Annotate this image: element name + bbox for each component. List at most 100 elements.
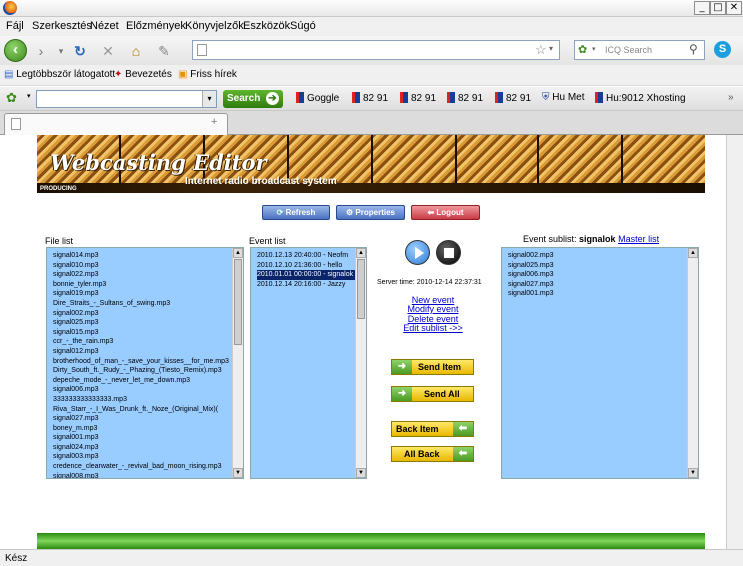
new-tab-icon[interactable]: + <box>211 116 217 128</box>
edit-sublist-link[interactable]: Edit sublist ->> <box>380 323 486 333</box>
stop-icon[interactable]: ✕ <box>100 43 116 59</box>
engine-dropdown-icon[interactable]: ▾ <box>592 45 596 53</box>
toolbar-overflow-icon[interactable]: » <box>728 92 734 103</box>
toolbar-link-hu-met[interactable]: ⛨ Hu Met <box>542 92 585 103</box>
forward-arrow-icon[interactable]: › <box>33 43 49 59</box>
file-list-item[interactable]: signal019.mp3 <box>53 289 243 299</box>
search-icon[interactable]: ⚲ <box>689 42 698 56</box>
file-list-scrollbar[interactable]: ▲ ▼ <box>232 248 243 478</box>
event-list-item[interactable]: 2010.12.14 20:16:00 - Jazzy <box>257 280 366 290</box>
event-list-item[interactable]: 2010.12.10 21:36:00 - hello <box>257 261 366 271</box>
url-dropdown-icon[interactable]: ▾ <box>549 44 553 53</box>
menu-file[interactable]: Fájl <box>6 20 24 32</box>
file-list-item[interactable]: boney_m.mp3 <box>53 424 243 434</box>
menu-history[interactable]: Előzmények <box>126 20 186 32</box>
toolbar-link-8291-c[interactable]: 82 91 <box>447 92 483 104</box>
play-button[interactable] <box>405 240 430 265</box>
tab-current[interactable]: + <box>4 113 228 135</box>
reload-icon[interactable]: ↻ <box>72 43 88 59</box>
modify-event-link[interactable]: Modify event <box>380 304 486 314</box>
sublist-item[interactable]: signal002.mp3 <box>508 251 698 261</box>
file-list-item[interactable]: signal001.mp3 <box>53 433 243 443</box>
icq-search-button[interactable]: Search ➔ <box>223 90 283 108</box>
chevron-down-icon[interactable]: ▾ <box>202 91 216 107</box>
menu-help[interactable]: Súgó <box>290 20 316 32</box>
menu-edit[interactable]: Szerkesztés <box>32 20 92 32</box>
menu-tools[interactable]: Eszközök <box>243 20 290 32</box>
skype-icon[interactable]: S <box>714 41 731 58</box>
file-list-item[interactable]: signal027.mp3 <box>53 414 243 424</box>
scroll-down-icon[interactable]: ▼ <box>688 468 698 478</box>
sublist-scrollbar[interactable]: ▲ ▼ <box>687 248 698 478</box>
file-list-item[interactable]: depeche_mode_-_never_let_me_down.mp3 <box>53 376 243 386</box>
toolbar-link-xhosting[interactable]: Hu:9012 Xhosting <box>595 92 686 104</box>
master-list-link[interactable]: Master list <box>618 234 659 244</box>
all-back-button[interactable]: All Back ⬅ <box>391 446 474 462</box>
bookmark-star-icon[interactable]: ☆ <box>535 42 547 58</box>
file-list-item[interactable]: signal022.mp3 <box>53 270 243 280</box>
logout-button[interactable]: ⬅ Logout <box>411 205 480 220</box>
back-item-button[interactable]: Back Item ⬅ <box>391 421 474 437</box>
file-list-item[interactable]: Dirty_South_ft._Rudy_-_Phazing_(Tiesto_R… <box>53 366 243 376</box>
icq-search-input[interactable]: ▾ <box>36 90 217 108</box>
stop-button[interactable] <box>436 240 461 265</box>
bookmark-getting-started[interactable]: ✦ Bevezetés <box>114 69 172 80</box>
scroll-thumb[interactable] <box>357 259 365 319</box>
file-list-item[interactable]: signal014.mp3 <box>53 251 243 261</box>
scroll-up-icon[interactable]: ▲ <box>688 248 698 258</box>
search-box[interactable]: ✿ ▾ ICQ Search ⚲ <box>574 40 705 60</box>
toolbar-link-goggle[interactable]: Goggle <box>296 92 339 104</box>
file-list[interactable]: signal014.mp3 signal010.mp3 signal022.mp3 b… <box>46 247 244 479</box>
file-list-item[interactable]: Dire_Straits_-_Sultans_of_swing.mp3 <box>53 299 243 309</box>
minimize-button[interactable]: _ <box>694 1 710 15</box>
addon-icon[interactable]: ✎ <box>156 43 172 59</box>
history-dropdown-icon[interactable]: ▾ <box>53 43 69 59</box>
file-list-item[interactable]: signal012.mp3 <box>53 347 243 357</box>
sublist-item[interactable]: signal027.mp3 <box>508 280 698 290</box>
event-sublist[interactable]: signal002.mp3 signal025.mp3 signal006.mp3 s… <box>501 247 699 479</box>
refresh-button[interactable]: ⟳ Refresh <box>262 205 330 220</box>
search-input[interactable]: ICQ Search <box>605 45 652 55</box>
close-button[interactable]: ✕ <box>726 1 742 15</box>
event-list[interactable]: 2010.12.13 20:40:00 - Neofm 2010.12.10 21… <box>250 247 367 479</box>
bookmark-latest-headlines[interactable]: ▣ Friss hírek <box>178 69 237 80</box>
icq-flower-icon[interactable]: ✿ <box>6 90 17 106</box>
event-list-item[interactable]: 2010.12.13 20:40:00 - Neofm <box>257 251 366 261</box>
scroll-down-icon[interactable]: ▼ <box>356 468 366 478</box>
file-list-item[interactable]: brotherhood_of_man_-_save_your_kisses__f… <box>53 357 243 367</box>
toolbar-link-8291-d[interactable]: 82 91 <box>495 92 531 104</box>
properties-button[interactable]: ⚙ Properties <box>336 205 405 220</box>
address-bar[interactable]: ☆ ▾ <box>192 40 560 60</box>
send-item-button[interactable]: ➜ Send Item <box>391 359 474 375</box>
file-list-item[interactable]: signal002.mp3 <box>53 309 243 319</box>
scroll-down-icon[interactable]: ▼ <box>233 468 243 478</box>
scroll-up-icon[interactable]: ▲ <box>356 248 366 258</box>
file-list-item[interactable]: bonnie_tyler.mp3 <box>53 280 243 290</box>
maximize-button[interactable]: □ <box>710 1 726 15</box>
menu-bookmarks[interactable]: Könyvjelzők <box>185 20 244 32</box>
file-list-item[interactable]: signal024.mp3 <box>53 443 243 453</box>
menu-view[interactable]: Nézet <box>90 20 119 32</box>
send-all-button[interactable]: ➜ Send All <box>391 386 474 402</box>
icq-menu-dropdown-icon[interactable]: ▾ <box>27 92 31 100</box>
home-icon[interactable]: ⌂ <box>128 43 144 59</box>
bookmark-most-visited[interactable]: ▤ Legtöbbször látogatott <box>4 69 115 80</box>
page-scrollbar[interactable] <box>726 135 743 549</box>
file-list-item[interactable]: signal015.mp3 <box>53 328 243 338</box>
file-list-item[interactable]: signal010.mp3 <box>53 261 243 271</box>
file-list-item[interactable]: signal003.mp3 <box>53 452 243 462</box>
file-list-item[interactable]: 333333333333333.mp3 <box>53 395 243 405</box>
sublist-item[interactable]: signal001.mp3 <box>508 289 698 299</box>
file-list-item[interactable]: credence_clearwater_-_revival_bad_moon_r… <box>53 462 243 472</box>
scroll-up-icon[interactable]: ▲ <box>233 248 243 258</box>
sublist-item[interactable]: signal006.mp3 <box>508 270 698 280</box>
file-list-item[interactable]: ccr_-_the_rain.mp3 <box>53 337 243 347</box>
file-list-item[interactable]: Riva_Starr_-_I_Was_Drunk_ft._Noze_(Origi… <box>53 405 243 415</box>
back-arrow-icon[interactable]: ‹ <box>4 39 27 62</box>
file-list-item[interactable]: signal025.mp3 <box>53 318 243 328</box>
event-list-scrollbar[interactable]: ▲ ▼ <box>355 248 366 478</box>
file-list-item[interactable]: signal008.mp3 <box>53 472 243 478</box>
toolbar-link-8291-a[interactable]: 82 91 <box>352 92 388 104</box>
sublist-item[interactable]: signal025.mp3 <box>508 261 698 271</box>
file-list-item[interactable]: signal006.mp3 <box>53 385 243 395</box>
